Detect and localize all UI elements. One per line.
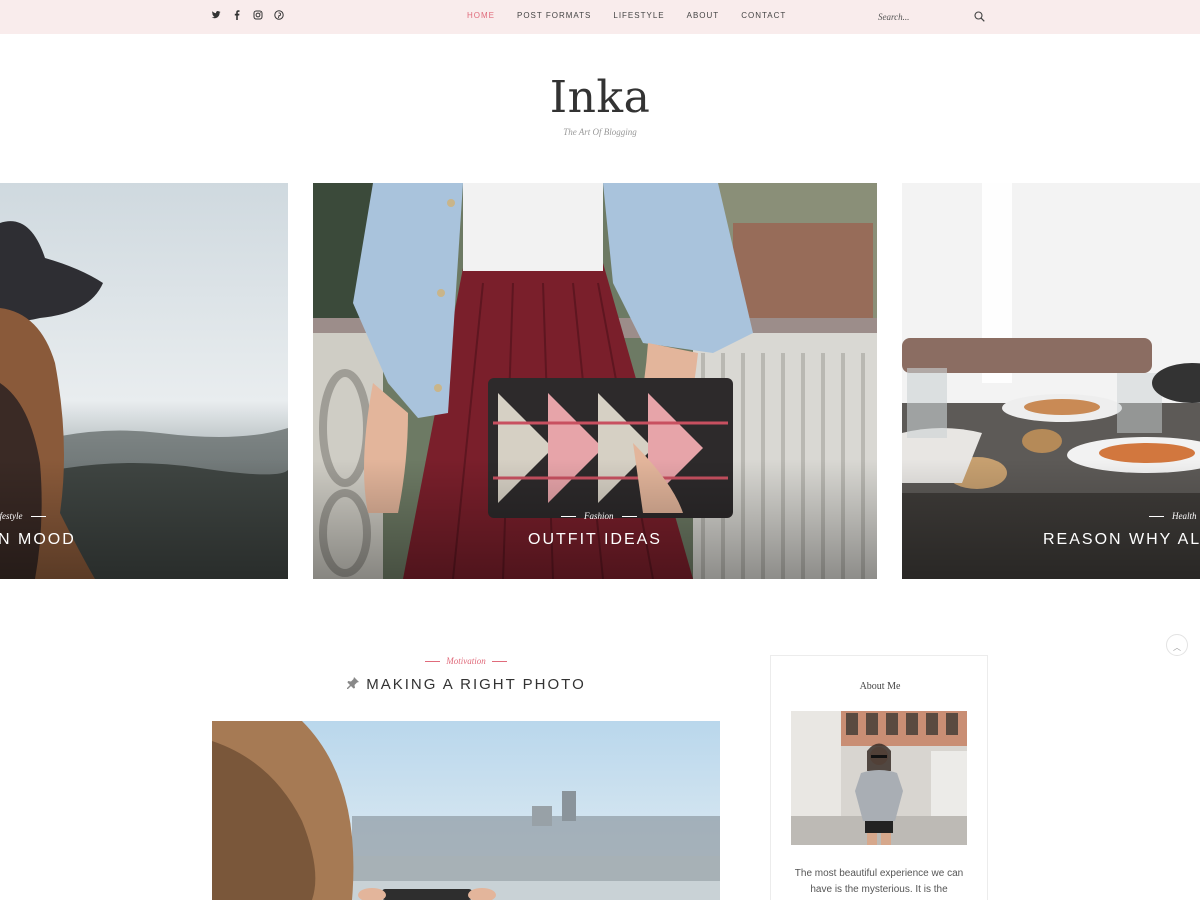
widget-title: About Me xyxy=(859,681,901,692)
top-bar: HOME POST FORMATS LIFESTYLE ABOUT CONTAC… xyxy=(0,0,1200,34)
social-links xyxy=(210,10,284,23)
slide-category[interactable]: Fashion xyxy=(561,511,637,521)
slide-title[interactable]: REASON WHY ALV xyxy=(1043,531,1200,549)
slide-title[interactable]: N MOOD xyxy=(0,531,76,549)
search-box xyxy=(878,8,988,26)
about-me-widget: About Me The most beautiful experience w… xyxy=(770,655,988,900)
nav-contact[interactable]: CONTACT xyxy=(741,11,786,20)
search-input[interactable] xyxy=(878,8,970,26)
about-me-image xyxy=(791,711,967,845)
pin-icon xyxy=(347,677,360,689)
nav-home[interactable]: HOME xyxy=(467,11,495,20)
twitter-icon[interactable] xyxy=(210,10,221,23)
instagram-icon[interactable] xyxy=(252,10,263,23)
about-me-text: The most beautiful experience we can hav… xyxy=(794,868,964,895)
facebook-icon[interactable] xyxy=(231,10,242,23)
site-title[interactable]: Inka xyxy=(550,72,651,123)
nav-lifestyle[interactable]: LIFESTYLE xyxy=(613,11,664,20)
post-title[interactable]: MAKING A RIGHT PHOTO xyxy=(212,676,720,693)
back-to-top-button[interactable]: ︿ xyxy=(1166,634,1188,656)
slide-category[interactable]: Lifestyle xyxy=(0,511,46,521)
site-branding: Inka The Art Of Blogging xyxy=(0,72,1200,137)
slider-item-lifestyle[interactable]: Lifestyle N MOOD xyxy=(0,183,288,579)
search-icon[interactable] xyxy=(974,11,985,22)
chevron-up-icon: ︿ xyxy=(1173,643,1181,652)
nav-about[interactable]: ABOUT xyxy=(687,11,720,20)
pinterest-icon[interactable] xyxy=(273,10,284,23)
site-tagline: The Art Of Blogging xyxy=(563,127,637,137)
main-navigation: HOME POST FORMATS LIFESTYLE ABOUT CONTAC… xyxy=(467,11,786,20)
slide-title[interactable]: OUTFIT IDEAS xyxy=(313,531,877,549)
slide-category[interactable]: Health xyxy=(1149,511,1197,521)
post-featured-image[interactable] xyxy=(212,721,720,900)
slider-item-health[interactable]: Health REASON WHY ALV xyxy=(902,183,1200,579)
slider-item-fashion[interactable]: Fashion OUTFIT IDEAS xyxy=(313,183,877,579)
post-category[interactable]: Motivation xyxy=(212,656,720,666)
nav-post-formats[interactable]: POST FORMATS xyxy=(517,11,591,20)
